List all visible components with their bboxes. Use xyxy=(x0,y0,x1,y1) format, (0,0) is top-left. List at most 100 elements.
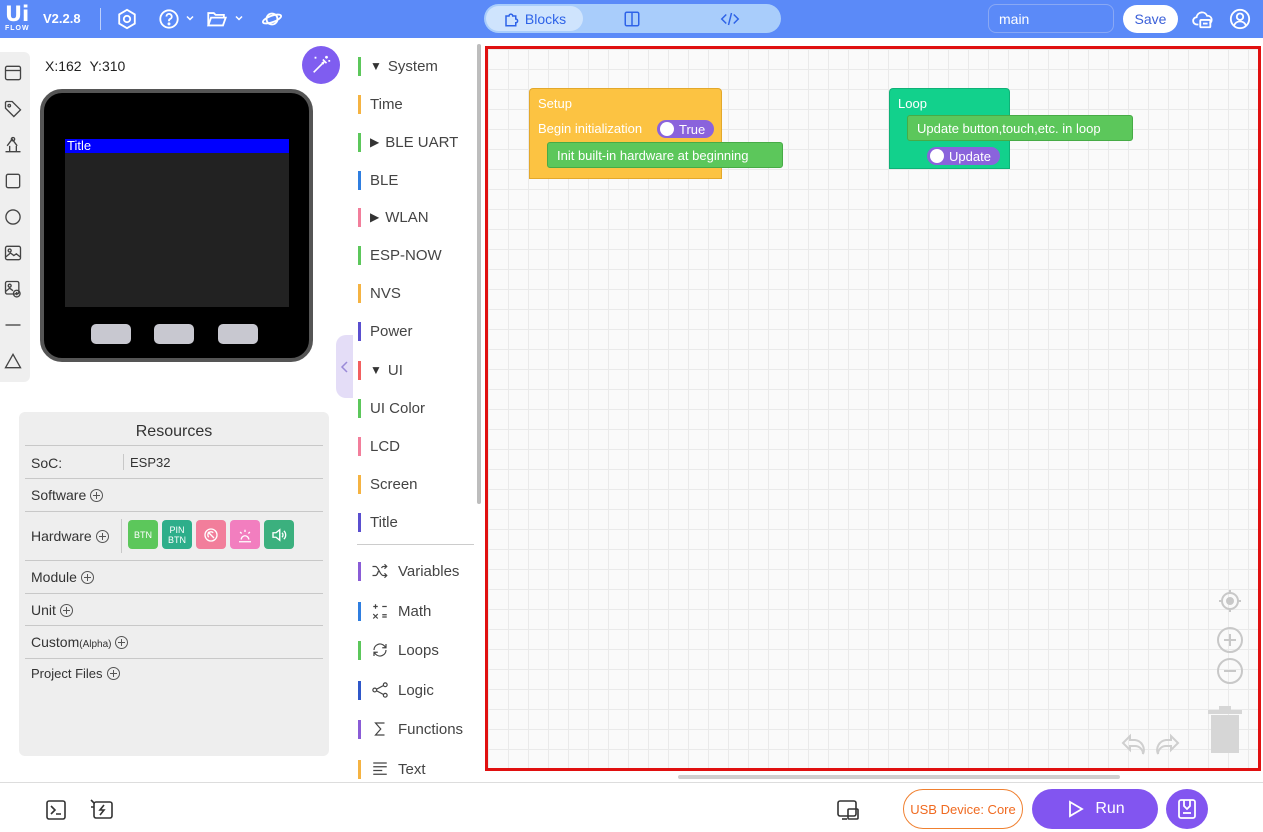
planet-icon[interactable] xyxy=(260,7,284,31)
category-label: BLE UART xyxy=(385,133,459,151)
category-variables[interactable]: Variables xyxy=(358,559,459,583)
category-color-bar xyxy=(358,512,361,532)
logo-sub-text: FLOW xyxy=(5,25,30,32)
undo-icon[interactable] xyxy=(1118,729,1148,759)
recenter-icon[interactable] xyxy=(1215,586,1245,616)
text-icon xyxy=(370,759,390,779)
save-button[interactable]: Save xyxy=(1123,5,1178,33)
screen-title-bar[interactable]: Title xyxy=(65,139,289,153)
coord-x: X:162 xyxy=(45,58,82,74)
category-logic[interactable]: Logic xyxy=(358,678,434,702)
category-ui-color[interactable]: UI Color xyxy=(358,396,425,420)
update-in-loop-block[interactable]: Update button,touch,etc. in loop xyxy=(907,115,1133,141)
category-label: Math xyxy=(398,602,432,620)
custom-text: Custom xyxy=(31,634,80,650)
image-plus-icon[interactable] xyxy=(2,134,24,156)
add-software-icon[interactable] xyxy=(90,489,104,502)
add-unit-icon[interactable] xyxy=(59,604,73,617)
category-math[interactable]: Math xyxy=(358,599,431,623)
magic-wand-button[interactable] xyxy=(302,46,340,84)
category-nvs[interactable]: NVS xyxy=(358,281,401,305)
setup-block-title: Setup xyxy=(538,96,572,111)
view-mode-switch: Blocks xyxy=(484,4,781,33)
zoom-in-icon[interactable] xyxy=(1215,625,1245,655)
usb-device-button[interactable]: USB Device: Core xyxy=(903,789,1023,829)
category-time[interactable]: Time xyxy=(358,92,403,116)
circle-icon[interactable] xyxy=(2,206,24,228)
software-label: Software xyxy=(31,487,104,503)
triangle-icon[interactable] xyxy=(2,350,24,372)
collapse-panel-handle[interactable] xyxy=(336,335,354,398)
user-avatar-icon[interactable] xyxy=(1228,7,1252,31)
workspace-horizontal-scrollbar[interactable] xyxy=(678,775,1120,779)
category-wlan[interactable]: ▶ WLAN xyxy=(358,205,429,229)
redo-icon[interactable] xyxy=(1153,729,1183,759)
begin-initialization-toggle[interactable]: True xyxy=(657,120,715,138)
line-icon[interactable] xyxy=(2,314,24,336)
resources-title: Resources xyxy=(135,423,213,440)
terminal-icon[interactable] xyxy=(43,797,69,823)
tab-split-view[interactable] xyxy=(584,6,679,31)
device-screen-icon[interactable] xyxy=(835,797,861,823)
category-functions[interactable]: Functions xyxy=(358,717,463,741)
cloud-sync-icon[interactable] xyxy=(1191,7,1215,31)
coord-y: Y:310 xyxy=(89,58,126,74)
logo-main-text: Ui xyxy=(5,2,30,26)
image-plus-badge-icon[interactable] xyxy=(2,278,24,300)
custom-label: Custom(Alpha) xyxy=(31,634,129,650)
category-color-bar xyxy=(358,245,361,265)
category-power[interactable]: Power xyxy=(358,319,413,343)
chevron-down-icon[interactable] xyxy=(185,13,195,23)
run-button[interactable]: Run xyxy=(1032,789,1158,829)
category-label: Text xyxy=(398,760,426,778)
project-files-label: Project Files xyxy=(31,666,120,681)
add-project-file-icon[interactable] xyxy=(106,667,120,680)
branch-selector[interactable]: main xyxy=(988,4,1114,33)
category-color-bar xyxy=(358,94,361,114)
label-tag-icon[interactable] xyxy=(2,98,24,120)
add-custom-icon[interactable] xyxy=(115,636,129,649)
category-scrollbar[interactable] xyxy=(477,44,481,504)
image-icon[interactable] xyxy=(2,242,24,264)
category-ble[interactable]: BLE xyxy=(358,168,398,192)
settings-gear-icon[interactable] xyxy=(115,7,139,31)
unit-text: Unit xyxy=(31,602,56,618)
init-hardware-block[interactable]: Init built-in hardware at beginning xyxy=(547,142,783,168)
rectangle-icon[interactable] xyxy=(2,170,24,192)
category-color-bar xyxy=(358,207,361,227)
category-system[interactable]: ▼ System xyxy=(358,54,438,78)
hardware-buzzer-chip[interactable] xyxy=(196,520,226,549)
help-icon[interactable] xyxy=(157,7,181,31)
add-module-icon[interactable] xyxy=(80,571,94,584)
folder-open-icon[interactable] xyxy=(205,7,229,31)
buzzer-icon xyxy=(204,527,218,542)
download-to-device-button[interactable] xyxy=(1166,789,1208,829)
device-flash-icon[interactable] xyxy=(89,797,115,823)
category-title[interactable]: Title xyxy=(358,510,398,534)
category-text[interactable]: Text xyxy=(358,757,426,781)
zoom-out-icon[interactable] xyxy=(1215,656,1245,686)
device-button-c[interactable] xyxy=(218,324,258,344)
hardware-btn-chip[interactable]: BTN xyxy=(128,520,158,549)
window-icon[interactable] xyxy=(2,62,24,84)
category-label: WLAN xyxy=(385,208,429,226)
chevron-down-icon[interactable] xyxy=(234,13,244,23)
category-screen[interactable]: Screen xyxy=(358,472,418,496)
category-lcd[interactable]: LCD xyxy=(358,434,400,458)
category-ble-uart[interactable]: ▶ BLE UART xyxy=(358,130,458,154)
category-esp-now[interactable]: ESP-NOW xyxy=(358,243,442,267)
device-screen[interactable]: Title xyxy=(65,139,289,307)
device-button-a[interactable] xyxy=(91,324,131,344)
blocks-workspace[interactable]: Setup Begin initialization True Init bui… xyxy=(485,46,1261,771)
hardware-pin-btn-chip[interactable]: PIN BTN xyxy=(162,520,192,549)
update-toggle[interactable]: Update xyxy=(927,147,1000,165)
category-loops[interactable]: Loops xyxy=(358,638,439,662)
device-button-b[interactable] xyxy=(154,324,194,344)
hardware-light-chip[interactable] xyxy=(230,520,260,549)
add-hardware-icon[interactable] xyxy=(95,530,109,543)
trash-icon[interactable] xyxy=(1205,704,1245,756)
hardware-speaker-chip[interactable] xyxy=(264,520,294,549)
category-ui[interactable]: ▼ UI xyxy=(358,358,403,382)
tab-code[interactable] xyxy=(680,6,779,31)
tab-blocks[interactable]: Blocks xyxy=(486,6,583,31)
